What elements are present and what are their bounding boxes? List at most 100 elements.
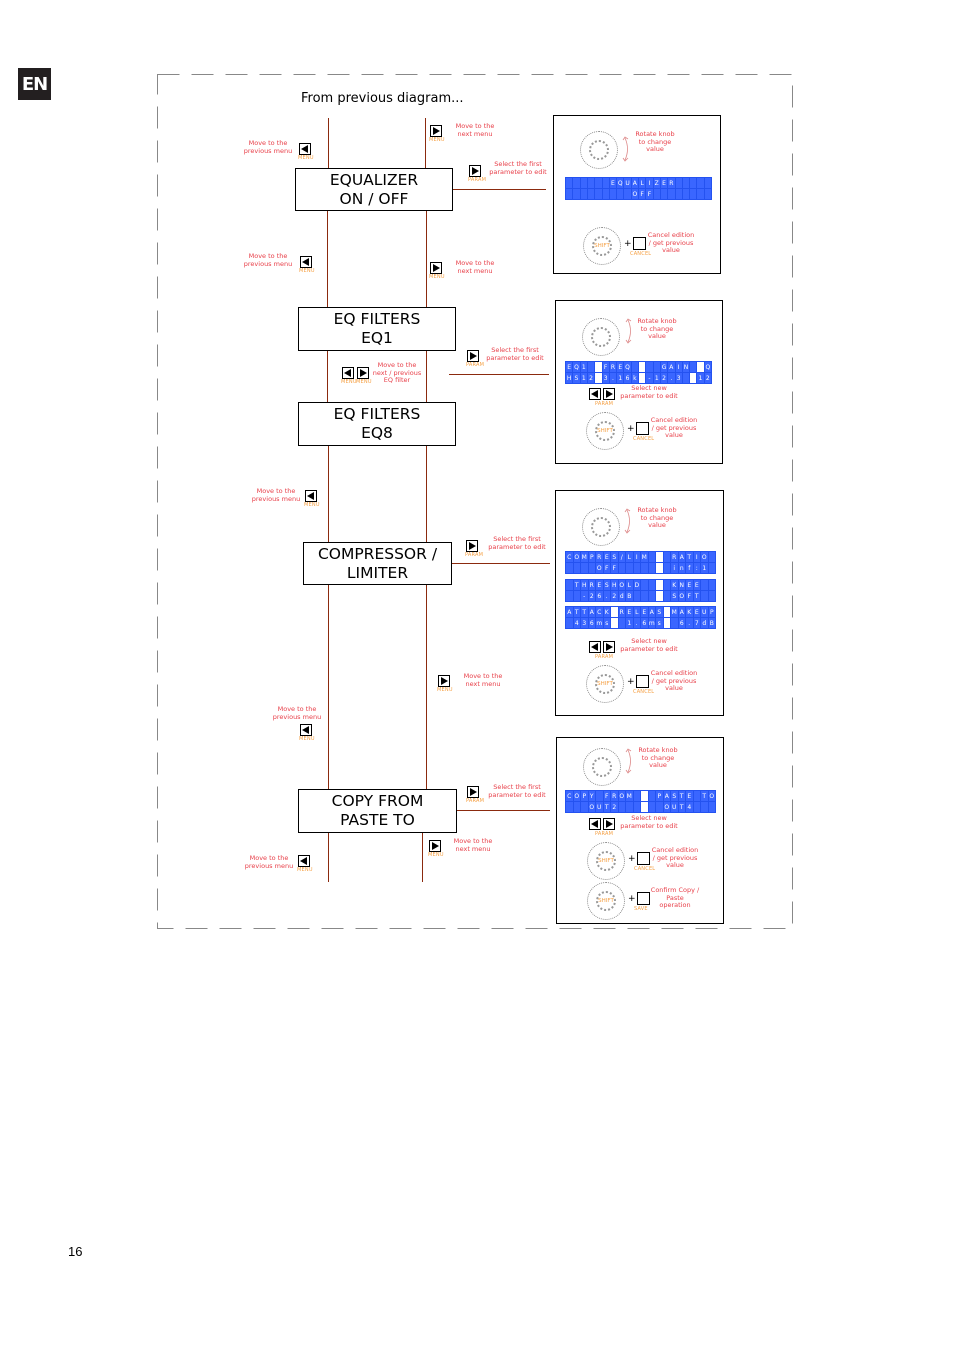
lcd-char	[566, 591, 573, 601]
note-line: parameter to edit	[488, 542, 546, 551]
shift-button[interactable]: SHIFT	[594, 673, 616, 695]
note-text: Rotate knob to change value	[635, 130, 675, 153]
note-text: Select the first parameter to edit	[486, 160, 550, 176]
shift-knob[interactable]: SHIFT	[587, 882, 625, 920]
lcd-char	[639, 373, 646, 383]
shift-button[interactable]: SHIFT	[594, 420, 616, 442]
menu-right-button[interactable]	[430, 125, 442, 137]
menu-right-button[interactable]	[469, 165, 481, 177]
param-left-button[interactable]	[589, 388, 601, 400]
menu-eq-filters-eq1[interactable]: EQ FILTERS EQ1	[298, 307, 456, 351]
menu-right-button[interactable]	[467, 786, 479, 798]
shift-knob[interactable]: SHIFT	[583, 227, 621, 265]
lcd-char	[588, 563, 595, 573]
menu-left-button[interactable]	[299, 143, 311, 155]
shift-button[interactable]: SHIFT	[595, 890, 617, 912]
lcd-display: THRESHOLDKNEE-26.2dBSOFT	[565, 579, 716, 602]
menu-left-button[interactable]	[342, 367, 354, 379]
lcd-char: i	[671, 563, 678, 573]
lcd-char: R	[588, 580, 595, 590]
lcd-char: m	[596, 618, 603, 628]
lcd-char: M	[626, 791, 633, 801]
lcd-char: 6	[588, 618, 595, 628]
note-text: Select new parameter to edit	[620, 637, 678, 653]
shift-knob[interactable]: SHIFT	[587, 842, 625, 880]
flow-line	[425, 118, 426, 168]
param-right-button[interactable]	[603, 641, 615, 653]
button-label: SAVE	[634, 906, 648, 912]
shift-button[interactable]: SHIFT	[595, 850, 617, 872]
rotary-knob[interactable]	[582, 318, 620, 356]
rotary-knob[interactable]	[583, 748, 621, 786]
lcd-char	[626, 802, 633, 812]
plus-sign: +	[628, 894, 636, 904]
lcd-char	[566, 618, 573, 628]
menu-right-button[interactable]	[357, 367, 369, 379]
button-label: MENU	[429, 274, 445, 280]
rotary-knob[interactable]	[580, 131, 618, 169]
lcd-char: P	[588, 552, 595, 562]
lcd-char	[618, 802, 625, 812]
lcd-char	[690, 178, 697, 188]
knob-center	[590, 326, 612, 348]
menu-right-button[interactable]	[430, 262, 442, 274]
lcd-char	[663, 552, 670, 562]
lcd-char: O	[596, 563, 603, 573]
menu-equalizer[interactable]: EQUALIZER ON / OFF	[295, 168, 453, 211]
lcd-char: -	[646, 373, 653, 383]
note-line: previous menu	[244, 861, 294, 870]
lcd-char: 1	[580, 362, 587, 372]
lcd-char	[580, 189, 587, 199]
lcd-char: E	[596, 580, 603, 590]
menu-eq-filters-eq8[interactable]: EQ FILTERS EQ8	[298, 402, 456, 446]
lcd-char: 1	[653, 373, 660, 383]
lcd-char: F	[646, 189, 653, 199]
note-text: Move to the previous menu	[240, 139, 296, 155]
menu-left-button[interactable]	[300, 724, 312, 736]
page-number: 16	[68, 1244, 83, 1259]
arrow-left-icon	[306, 491, 316, 501]
arrow-right-icon	[468, 351, 478, 361]
lcd-char: T	[678, 802, 685, 812]
button-label: MENU	[356, 379, 372, 385]
lcd-char	[581, 563, 588, 573]
menu-line-2: ON / OFF	[339, 189, 409, 208]
lcd-char: Y	[588, 791, 595, 801]
lcd-char: O	[678, 591, 685, 601]
lcd-char: L	[626, 580, 633, 590]
lcd-char: E	[693, 607, 700, 617]
lcd-char: d	[701, 618, 708, 628]
lcd-char	[656, 802, 663, 812]
lcd-char: S	[656, 607, 663, 617]
lcd-char	[656, 591, 663, 601]
shift-knob[interactable]: SHIFT	[586, 412, 624, 450]
lcd-char: Q	[573, 362, 580, 372]
menu-right-button[interactable]	[438, 675, 450, 687]
param-right-button[interactable]	[603, 818, 615, 830]
rotary-knob[interactable]	[582, 508, 620, 546]
menu-left-button[interactable]	[298, 855, 310, 867]
param-left-button[interactable]	[589, 818, 601, 830]
menu-compressor-limiter[interactable]: COMPRESSOR / LIMITER	[303, 542, 452, 585]
lcd-char: 1	[701, 563, 708, 573]
language-badge: EN	[18, 68, 51, 100]
note-line: previous menu	[251, 494, 301, 503]
menu-right-button[interactable]	[429, 840, 441, 852]
lcd-char	[641, 791, 648, 801]
lcd-char: T	[581, 607, 588, 617]
menu-right-button[interactable]	[466, 540, 478, 552]
lcd-char: 1	[617, 373, 624, 383]
param-right-button[interactable]	[603, 388, 615, 400]
menu-left-button[interactable]	[300, 256, 312, 268]
lcd-display: COPYFROMPASTETOOUT2OUT4	[565, 790, 716, 813]
menu-copy-paste[interactable]: COPY FROM PASTE TO	[298, 789, 457, 833]
shift-button[interactable]: SHIFT	[591, 235, 613, 257]
note-text: Select the first parameter to edit	[486, 535, 548, 551]
menu-right-button[interactable]	[467, 350, 479, 362]
param-left-button[interactable]	[589, 641, 601, 653]
lcd-char	[596, 791, 603, 801]
arrow-left-icon	[301, 725, 311, 735]
lcd-char: S	[671, 791, 678, 801]
lcd-char	[663, 607, 670, 617]
shift-knob[interactable]: SHIFT	[586, 665, 624, 703]
